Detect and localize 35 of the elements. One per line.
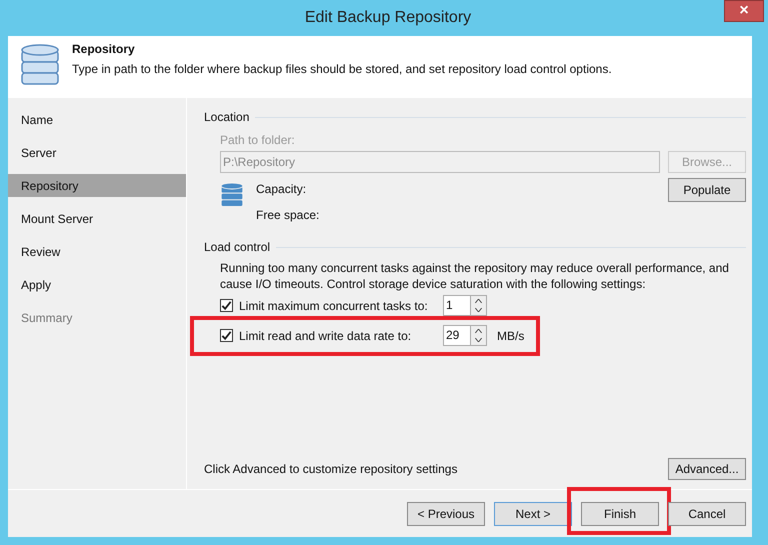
capacity-label: Capacity:: [256, 181, 308, 198]
spin-buttons[interactable]: [471, 295, 487, 316]
number-field[interactable]: 1: [443, 295, 471, 316]
header-description: Type in path to the folder where backup files should be stored, and set repository load control options.: [72, 61, 612, 78]
advanced-hint: Click Advanced to customize repository settings: [204, 461, 458, 478]
section-heading: Location: [204, 109, 250, 126]
unit-label: MB/s: [497, 328, 524, 344]
spin-buttons[interactable]: [471, 325, 487, 346]
dialog-button[interactable]: < Previous: [407, 502, 485, 526]
database-icon: [20, 42, 60, 88]
step-item[interactable]: Server: [8, 141, 186, 164]
populate-button[interactable]: Populate: [668, 178, 746, 202]
checkmark-icon: [221, 300, 232, 311]
dialog-button[interactable]: Cancel: [668, 502, 746, 526]
checkbox[interactable]: [220, 329, 233, 342]
step-item[interactable]: Repository: [8, 174, 186, 197]
checkbox[interactable]: [220, 299, 233, 312]
step-item[interactable]: Apply: [8, 273, 186, 296]
free-space-label: Free space:: [256, 207, 320, 224]
header-title: Repository: [72, 41, 136, 58]
number-field[interactable]: 29: [443, 325, 471, 346]
option-label: Limit maximum concurrent tasks to:: [239, 298, 429, 314]
dialog-button[interactable]: Next >: [494, 502, 572, 526]
window-title: Edit Backup Repository: [304, 8, 472, 28]
step-item[interactable]: Review: [8, 240, 186, 263]
dialog-button[interactable]: Finish: [581, 502, 659, 526]
step-item[interactable]: Name: [8, 108, 186, 131]
checkmark-icon: [221, 330, 232, 341]
load-control-description: Running too many concurrent tasks against the repository may reduce overall performance, and cause I/O timeouts. Control storage device saturation with the following settings:: [220, 260, 730, 292]
close-button[interactable]: ×: [724, 0, 764, 22]
step-item[interactable]: Mount Server: [8, 207, 186, 230]
advanced-button[interactable]: Advanced...: [668, 458, 746, 480]
field-label: Path to folder:: [220, 132, 296, 149]
section-heading: Load control: [204, 239, 270, 256]
option-label: Limit read and write data rate to:: [239, 328, 412, 344]
